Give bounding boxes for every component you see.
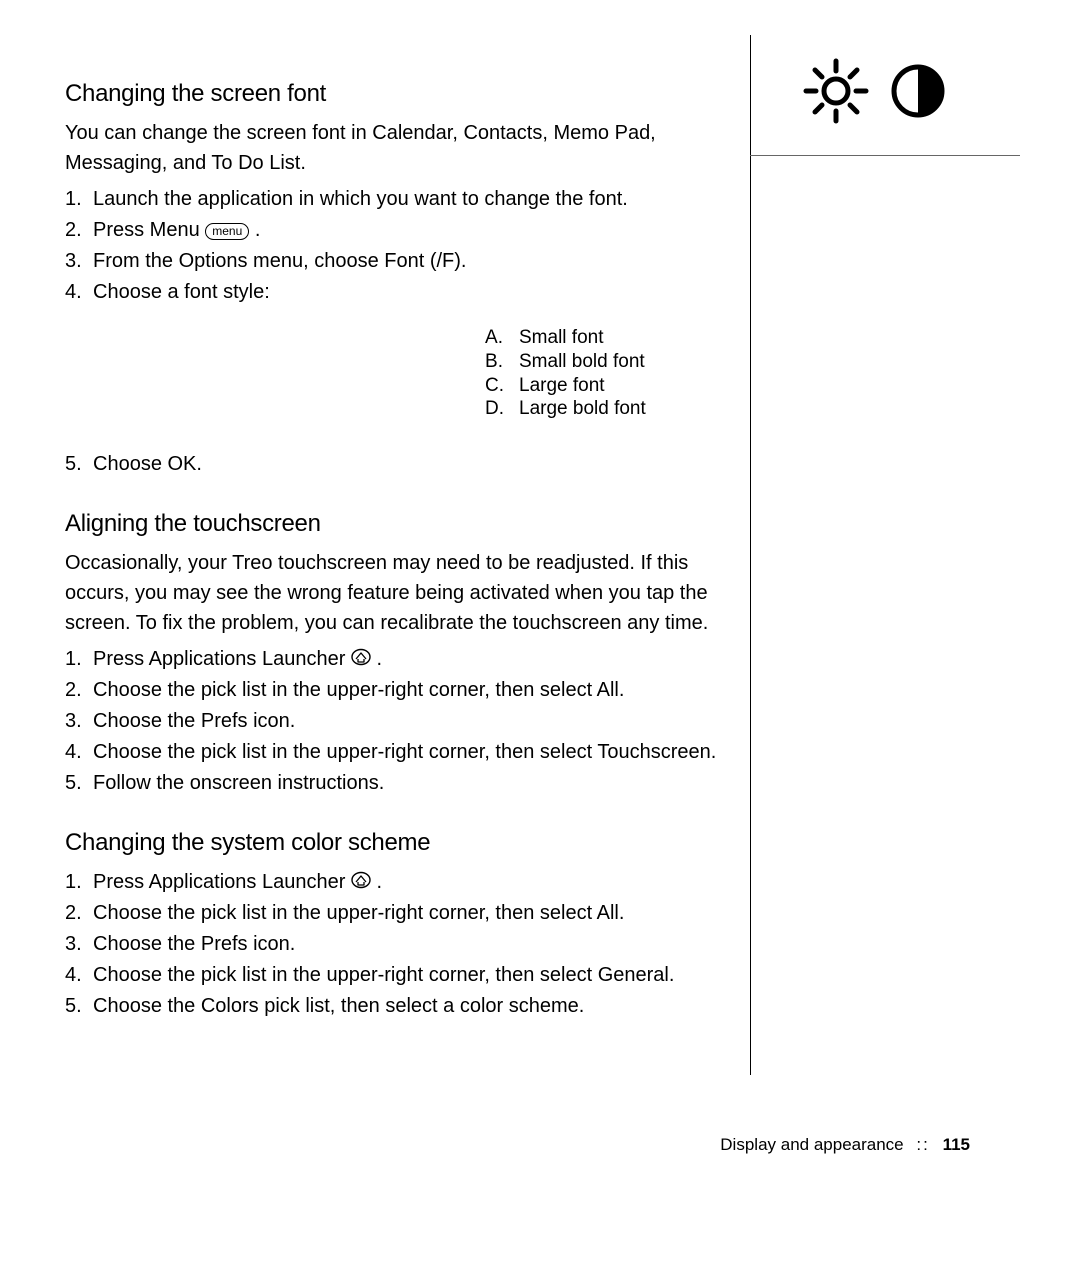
heading-aligning-touchscreen: Aligning the touchscreen	[65, 510, 730, 538]
step-item: Follow the onscreen instructions.	[65, 768, 730, 799]
heading-changing-screen-font: Changing the screen font	[65, 80, 730, 108]
footer-separator: ::	[916, 1135, 929, 1154]
applications-launcher-icon	[351, 870, 371, 890]
sidebar-divider	[750, 35, 751, 1075]
step-item: Choose the pick list in the upper-right …	[65, 960, 730, 991]
footer-chapter: Display and appearance	[720, 1135, 903, 1154]
font-option: Large bold font	[485, 397, 730, 421]
font-option: Large font	[485, 374, 730, 398]
brightness-icon	[800, 55, 872, 132]
footer-page-number: 115	[943, 1135, 970, 1154]
font-option: Small font	[485, 326, 730, 350]
step-item: Choose the pick list in the upper-right …	[65, 898, 730, 929]
sidebar-underline	[750, 155, 1020, 156]
main-text-column: Changing the screen font You can change …	[65, 80, 730, 1022]
step-item: Press Applications Launcher .	[65, 644, 730, 675]
font-option: Small bold font	[485, 350, 730, 374]
step-item: Choose the pick list in the upper-right …	[65, 675, 730, 706]
step-item: From the Options menu, choose Font (/F).	[65, 246, 730, 277]
steps-screen-font: Launch the application in which you want…	[65, 184, 730, 308]
applications-launcher-icon	[351, 647, 371, 667]
menu-button-icon: menu	[205, 223, 249, 240]
steps-screen-font-continued: Choose OK.	[65, 449, 730, 480]
step-item: Choose the Prefs icon.	[65, 929, 730, 960]
step-item: Choose OK.	[65, 449, 730, 480]
intro-screen-font: You can change the screen font in Calend…	[65, 118, 730, 178]
step-item: Press Applications Launcher .	[65, 867, 730, 898]
step-item: Choose the Prefs icon.	[65, 706, 730, 737]
steps-aligning: Press Applications Launcher . Choose the…	[65, 644, 730, 799]
contrast-icon	[890, 63, 946, 124]
font-style-options: Small font Small bold font Large font La…	[485, 326, 730, 421]
step-item: Choose the Colors pick list, then select…	[65, 991, 730, 1022]
heading-color-scheme: Changing the system color scheme	[65, 829, 730, 857]
intro-aligning: Occasionally, your Treo touchscreen may …	[65, 548, 730, 638]
step-item: Launch the application in which you want…	[65, 184, 730, 215]
step-item: Choose a font style:	[65, 277, 730, 308]
margin-icon-group	[800, 55, 1000, 132]
step-item: Press Menu menu .	[65, 215, 730, 246]
page-footer: Display and appearance :: 115	[720, 1135, 970, 1155]
step-item: Choose the pick list in the upper-right …	[65, 737, 730, 768]
steps-color-scheme: Press Applications Launcher . Choose the…	[65, 867, 730, 1022]
